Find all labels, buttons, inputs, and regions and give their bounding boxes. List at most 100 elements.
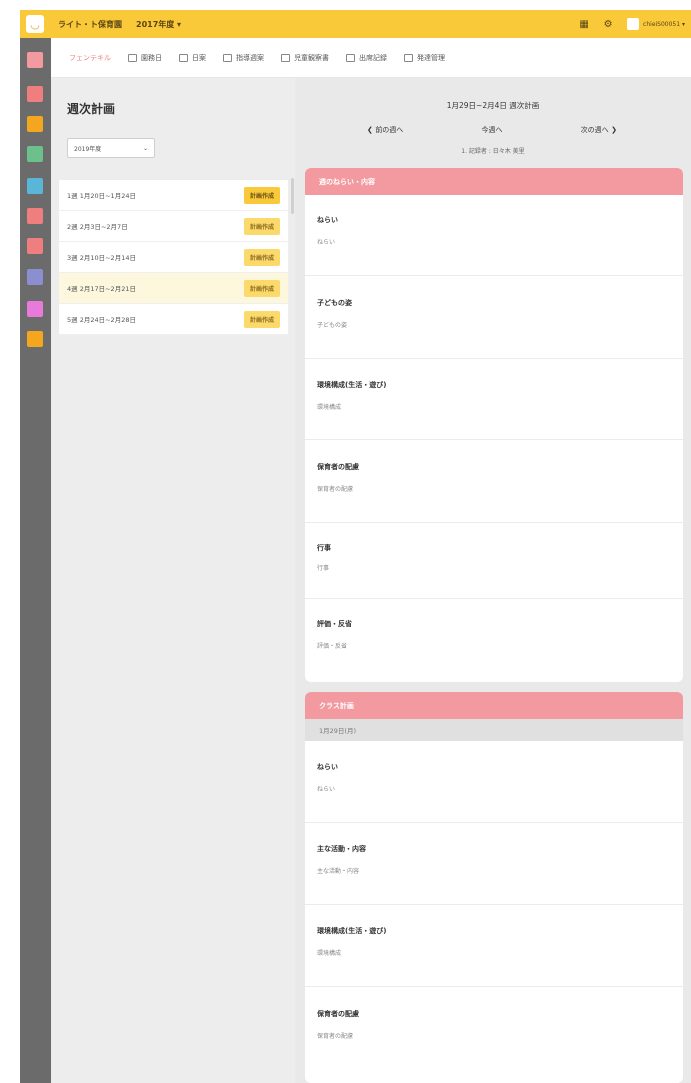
year-dropdown[interactable]: 2017年度 ▾ (136, 19, 181, 30)
topbar-right: ▦ ⚙ chieiS00051 ▾ (579, 18, 691, 30)
prev-week-link[interactable]: ❮ 前の週へ (367, 125, 403, 135)
field-label: ねらい (317, 763, 338, 771)
rail-item-3[interactable] (27, 116, 43, 132)
chevron-down-icon: ⌄ (142, 144, 148, 152)
weekly-aims-card: 週のねらい・内容 ねらい ねらい 子どもの姿 子どもの姿 環境構成(生活・遊び)… (305, 168, 683, 682)
tab-shusseki[interactable]: 出席記録 (346, 53, 387, 63)
logo-icon: ◡ (26, 15, 44, 33)
week-list-panel: 週次計画 2019年度 ⌄ 1週 1月20日~1月24日 計画作成 2週 2月3… (51, 78, 295, 1083)
rail-item-4[interactable] (27, 146, 43, 162)
list-icon (281, 53, 290, 62)
top-bar: ◡ ライト・ト保育園 2017年度 ▾ ▦ ⚙ chieiS00051 ▾ (20, 10, 691, 38)
rail-item-9[interactable] (27, 301, 43, 317)
settings-icon[interactable]: ⚙ (603, 19, 613, 30)
tab-fentekiru[interactable]: フェンテキル (69, 53, 111, 63)
field-aim[interactable]: ねらい ねらい (305, 741, 683, 823)
field-child-state[interactable]: 子どもの姿 子どもの姿 (305, 276, 683, 359)
field-consideration[interactable]: 保育者の配慮 保育者の配慮 (305, 987, 683, 1083)
field-label: 評価・反省 (317, 620, 352, 628)
field-activity[interactable]: 主な活動・内容 主な活動・内容 (305, 823, 683, 905)
card-header: クラス計画 (305, 692, 683, 719)
create-plan-button[interactable]: 計画作成 (243, 279, 280, 297)
week-label: 4週 2月17日~2月21日 (67, 285, 136, 293)
clipboard-icon (346, 53, 355, 62)
rail-item-1[interactable] (27, 52, 43, 68)
field-label: ねらい (317, 216, 338, 224)
rail-item-10[interactable] (27, 331, 43, 347)
field-value: 環境構成 (317, 404, 342, 411)
next-week-link[interactable]: 次の週へ ❯ (581, 125, 617, 135)
create-plan-button[interactable]: 計画作成 (243, 310, 280, 328)
field-value: 行事 (317, 565, 330, 572)
field-value: ねらい (317, 786, 336, 793)
field-label: 保育者の配慮 (317, 463, 359, 471)
year-filter-select[interactable]: 2019年度 ⌄ (67, 138, 155, 158)
tab-hattatsu[interactable]: 発達管理 (404, 53, 445, 63)
page-title: 週次計画 (67, 102, 116, 116)
app-rail (20, 38, 51, 1083)
current-week-link[interactable]: 今週へ (482, 125, 503, 135)
field-label: 主な活動・内容 (317, 845, 366, 853)
tab-label: 発達管理 (417, 53, 445, 62)
tab-label: 日案 (192, 53, 206, 62)
create-plan-button[interactable]: 計画作成 (243, 248, 280, 266)
list-item[interactable]: 4週 2月17日~2月21日 計画作成 (59, 273, 288, 304)
create-plan-button[interactable]: 計画作成 (243, 186, 280, 204)
scrollbar[interactable] (291, 178, 294, 214)
field-value: 子どもの姿 (317, 322, 348, 329)
tab-enmu[interactable]: 園務日 (128, 53, 162, 63)
tab-jidou[interactable]: 児童観察書 (281, 53, 329, 63)
class-plan-card: クラス計画 1月29日(月) ねらい ねらい 主な活動・内容 主な活動・内容 環… (305, 692, 683, 1083)
field-label: 保育者の配慮 (317, 1010, 359, 1018)
tab-bar: フェンテキル 園務日 日案 指導週案 児童観察書 出席記録 発達管理 (51, 38, 691, 78)
field-value: 評価・反省 (317, 643, 348, 650)
list-item[interactable]: 2週 2月3日~2月7日 計画作成 (59, 211, 288, 242)
list-item[interactable]: 3週 2月10日~2月14日 計画作成 (59, 242, 288, 273)
plan-detail-panel: 1月29日~2月4日 週次計画 ❮ 前の週へ 今週へ 次の週へ ❯ 1. 記録者… (295, 78, 691, 1083)
app-name: ライト・ト保育園 (58, 19, 122, 29)
rail-item-2[interactable] (27, 86, 43, 102)
rail-item-5[interactable] (27, 178, 43, 194)
user-name: chieiS00051 ▾ (643, 20, 685, 28)
document-icon (223, 53, 232, 62)
date-subheader: 1月29日(月) (305, 719, 683, 741)
tab-label: 児童観察書 (294, 53, 329, 62)
tab-label: フェンテキル (69, 53, 111, 62)
list-item[interactable]: 5週 2月24日~2月28日 計画作成 (59, 304, 288, 335)
grid-icon[interactable]: ▦ (579, 19, 589, 30)
field-consideration[interactable]: 保育者の配慮 保育者の配慮 (305, 440, 683, 523)
rail-item-8[interactable] (27, 269, 43, 285)
select-value: 2019年度 (74, 145, 102, 153)
tab-nichian[interactable]: 日案 (179, 53, 206, 63)
field-evaluation[interactable]: 評価・反省 評価・反省 (305, 599, 683, 682)
field-environment[interactable]: 環境構成(生活・遊び) 環境構成 (305, 359, 683, 440)
card-header: 週のねらい・内容 (305, 168, 683, 195)
plan-title: 1月29日~2月4日 週次計画 (446, 101, 540, 110)
field-event[interactable]: 行事 行事 (305, 523, 683, 599)
user-menu[interactable]: chieiS00051 ▾ (627, 18, 685, 30)
rail-item-6[interactable] (27, 208, 43, 224)
rail-item-7[interactable] (27, 238, 43, 254)
week-list: 1週 1月20日~1月24日 計画作成 2週 2月3日~2月7日 計画作成 3週… (59, 180, 288, 335)
field-value: 保育者の配慮 (317, 486, 354, 493)
field-label: 子どもの姿 (317, 299, 352, 307)
calendar-icon (128, 53, 137, 62)
field-label: 環境構成(生活・遊び) (317, 381, 387, 389)
week-label: 1週 1月20日~1月24日 (67, 192, 136, 200)
calendar-icon (179, 53, 188, 62)
field-value: ねらい (317, 239, 336, 246)
field-aim[interactable]: ねらい ねらい (305, 195, 683, 276)
week-navigation: ❮ 前の週へ 今週へ 次の週へ ❯ (367, 125, 617, 135)
field-environment[interactable]: 環境構成(生活・遊び) 環境構成 (305, 905, 683, 987)
tab-label: 園務日 (141, 53, 162, 62)
week-label: 5週 2月24日~2月28日 (67, 316, 136, 324)
field-value: 保育者の配慮 (317, 1033, 354, 1040)
tab-shidou[interactable]: 指導週案 (223, 53, 264, 63)
app-logo[interactable]: ◡ (20, 10, 50, 38)
list-item[interactable]: 1週 1月20日~1月24日 計画作成 (59, 180, 288, 211)
create-plan-button[interactable]: 計画作成 (243, 217, 280, 235)
field-label: 環境構成(生活・遊び) (317, 927, 387, 935)
chart-icon (404, 53, 413, 62)
field-value: 環境構成 (317, 950, 342, 957)
field-value: 主な活動・内容 (317, 868, 360, 875)
